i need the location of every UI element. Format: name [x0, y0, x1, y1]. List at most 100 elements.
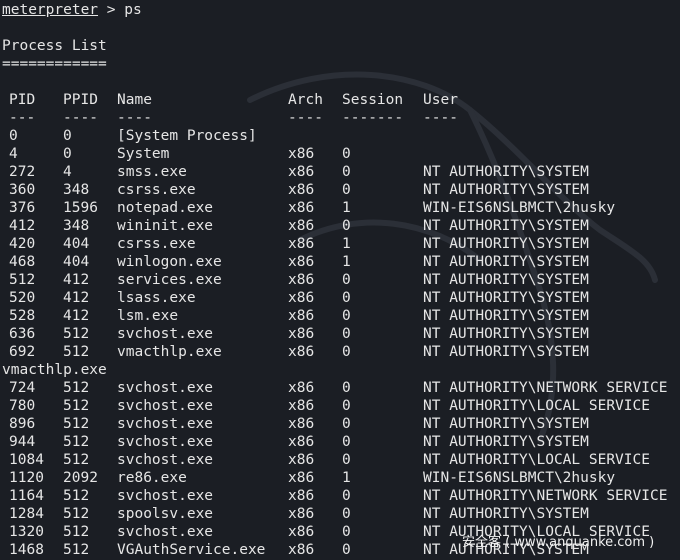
- site-watermark: 安全客 ( www.anquanke.com ): [462, 535, 655, 550]
- column-header: Session: [342, 92, 404, 108]
- arch-cell: x86: [288, 542, 315, 558]
- ppid-cell: 512: [63, 452, 90, 468]
- name-cell: wininit.exe: [117, 218, 214, 234]
- section-heading: Process List: [2, 38, 107, 54]
- user-cell: NT AUTHORITY\SYSTEM: [423, 254, 589, 270]
- pid-cell: 1284: [9, 506, 44, 522]
- heading-rule: ============: [2, 56, 107, 72]
- session-cell: 1: [342, 236, 351, 252]
- ppid-cell: 2092: [63, 470, 98, 486]
- arch-cell: x86: [288, 398, 315, 414]
- arch-cell: x86: [288, 380, 315, 396]
- pid-cell: 636: [9, 326, 36, 342]
- ppid-cell: 512: [63, 434, 90, 450]
- user-cell: NT AUTHORITY\SYSTEM: [423, 236, 589, 252]
- name-cell: csrss.exe: [117, 182, 196, 198]
- arch-cell: x86: [288, 488, 315, 504]
- column-separator: ----: [63, 110, 98, 126]
- arch-cell: x86: [288, 344, 315, 360]
- user-cell: WIN-EIS6NSLBMCT\2husky: [423, 470, 616, 486]
- name-cell: svchost.exe: [117, 434, 214, 450]
- user-cell: NT AUTHORITY\NETWORK SERVICE: [423, 488, 668, 504]
- arch-cell: x86: [288, 290, 315, 306]
- pid-cell: 528: [9, 308, 36, 324]
- column-header: Arch: [288, 92, 323, 108]
- session-cell: 0: [342, 434, 351, 450]
- name-cell: csrss.exe: [117, 236, 196, 252]
- user-cell: NT AUTHORITY\SYSTEM: [423, 416, 589, 432]
- name-cell: [System Process]: [117, 128, 257, 144]
- column-header: Name: [117, 92, 152, 108]
- pid-cell: 4: [9, 146, 18, 162]
- pid-cell: 520: [9, 290, 36, 306]
- terminal-window: { "prompt": { "name": "meterpreter", "re…: [0, 0, 680, 560]
- name-cell: svchost.exe: [117, 380, 214, 396]
- name-cell: spoolsv.exe: [117, 506, 214, 522]
- column-separator: ----: [117, 110, 152, 126]
- session-cell: 1: [342, 200, 351, 216]
- ppid-cell: 1596: [63, 200, 98, 216]
- name-cell: svchost.exe: [117, 326, 214, 342]
- pid-cell: 376: [9, 200, 36, 216]
- name-cell: lsm.exe: [117, 308, 179, 324]
- name-cell: svchost.exe: [117, 524, 214, 540]
- command-prompt: meterpreter > ps: [2, 1, 142, 19]
- arch-cell: x86: [288, 200, 315, 216]
- arch-cell: x86: [288, 236, 315, 252]
- ppid-cell: 404: [63, 236, 90, 252]
- session-cell: 0: [342, 506, 351, 522]
- ppid-cell: 512: [63, 542, 90, 558]
- user-cell: NT AUTHORITY\SYSTEM: [423, 344, 589, 360]
- pid-cell: 412: [9, 218, 36, 234]
- session-cell: 0: [342, 416, 351, 432]
- arch-cell: x86: [288, 506, 315, 522]
- session-cell: 0: [342, 542, 351, 558]
- ppid-cell: 404: [63, 254, 90, 270]
- prompt-command: > ps: [98, 2, 142, 18]
- ppid-cell: 512: [63, 326, 90, 342]
- ppid-cell: 412: [63, 290, 90, 306]
- user-cell: NT AUTHORITY\LOCAL SERVICE: [423, 398, 650, 414]
- ppid-cell: 348: [63, 218, 90, 234]
- session-cell: 0: [342, 344, 351, 360]
- name-cell: System: [117, 146, 170, 162]
- name-cell: lsass.exe: [117, 290, 196, 306]
- user-cell: WIN-EIS6NSLBMCT\2husky: [423, 200, 616, 216]
- arch-cell: x86: [288, 164, 315, 180]
- name-cell: svchost.exe: [117, 452, 214, 468]
- session-cell: 0: [342, 182, 351, 198]
- session-cell: 0: [342, 146, 351, 162]
- pid-cell: 272: [9, 164, 36, 180]
- session-cell: 0: [342, 398, 351, 414]
- ppid-cell: 512: [63, 344, 90, 360]
- column-separator: ---: [9, 110, 36, 126]
- pid-cell: 724: [9, 380, 36, 396]
- column-header: PPID: [63, 92, 98, 108]
- arch-cell: x86: [288, 470, 315, 486]
- user-cell: NT AUTHORITY\LOCAL SERVICE: [423, 452, 650, 468]
- session-cell: 0: [342, 524, 351, 540]
- user-cell: NT AUTHORITY\SYSTEM: [423, 182, 589, 198]
- arch-cell: x86: [288, 524, 315, 540]
- pid-cell: 468: [9, 254, 36, 270]
- column-separator: ----: [423, 110, 458, 126]
- pid-cell: 1468: [9, 542, 44, 558]
- user-cell: NT AUTHORITY\SYSTEM: [423, 164, 589, 180]
- ppid-cell: 512: [63, 398, 90, 414]
- session-cell: 0: [342, 452, 351, 468]
- pid-cell: 780: [9, 398, 36, 414]
- pid-cell: 512: [9, 272, 36, 288]
- arch-cell: x86: [288, 308, 315, 324]
- ppid-cell: 512: [63, 506, 90, 522]
- column-header: PID: [9, 92, 36, 108]
- arch-cell: x86: [288, 254, 315, 270]
- name-cell: svchost.exe: [117, 488, 214, 504]
- column-separator: -------: [342, 110, 404, 126]
- user-cell: NT AUTHORITY\SYSTEM: [423, 272, 589, 288]
- session-cell: 1: [342, 254, 351, 270]
- session-cell: 0: [342, 326, 351, 342]
- pid-cell: 692: [9, 344, 36, 360]
- column-header: User: [423, 92, 458, 108]
- arch-cell: x86: [288, 272, 315, 288]
- pid-cell: 1084: [9, 452, 44, 468]
